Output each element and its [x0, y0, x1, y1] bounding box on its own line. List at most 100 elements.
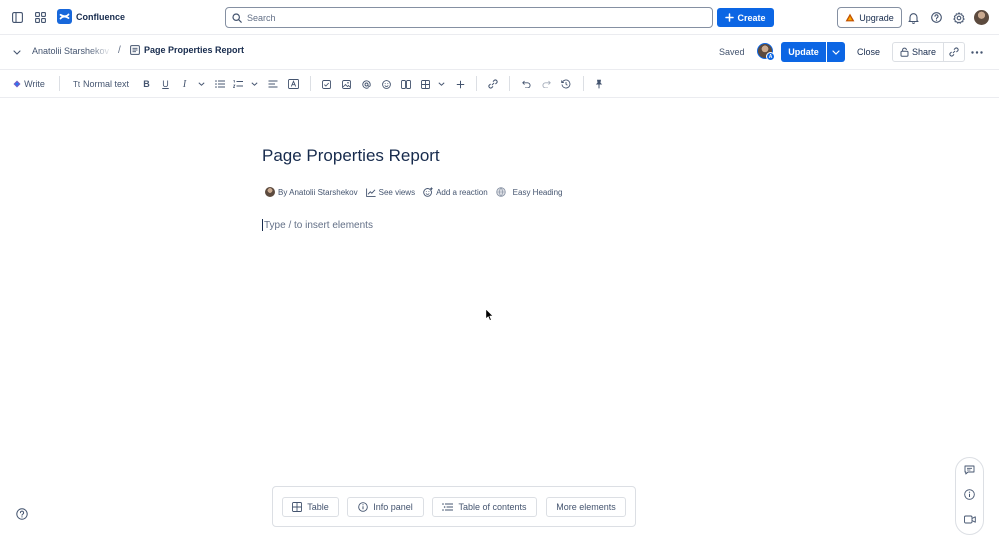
- settings-gear-icon[interactable]: [951, 10, 966, 25]
- insert-more-button[interactable]: [454, 77, 466, 91]
- page-icon: [130, 45, 140, 55]
- upgrade-button-label: Upgrade: [859, 12, 894, 23]
- insert-table-of-contents-button[interactable]: Table of contents: [432, 497, 537, 517]
- notifications-icon[interactable]: [906, 10, 921, 25]
- mouse-pointer-icon: [485, 308, 494, 321]
- toolbar-divider: [310, 76, 311, 91]
- insert-table-button[interactable]: Table: [282, 497, 339, 517]
- bullet-list-icon: [215, 80, 225, 88]
- breadcrumb-page[interactable]: Page Properties Report: [130, 45, 244, 55]
- search-box[interactable]: [225, 7, 713, 28]
- redo-button[interactable]: [540, 77, 552, 91]
- update-button-group: Update: [781, 42, 845, 62]
- breadcrumb-space[interactable]: Anatolii Starshekov: [32, 46, 112, 56]
- create-button-label: Create: [737, 12, 766, 23]
- add-reaction-button[interactable]: Add a reaction: [423, 187, 488, 197]
- bullet-list-button[interactable]: [214, 77, 226, 91]
- more-actions-icon[interactable]: [969, 45, 985, 59]
- pin-icon: [595, 79, 603, 89]
- image-button[interactable]: [340, 77, 352, 91]
- help-circle-icon[interactable]: [16, 508, 28, 520]
- action-item-button[interactable]: [320, 77, 332, 91]
- collaborator-avatar[interactable]: A: [757, 43, 775, 61]
- editor-body[interactable]: Type / to insert elements: [262, 219, 373, 231]
- layouts-button[interactable]: [400, 77, 412, 91]
- text-color-button[interactable]: [287, 77, 299, 91]
- emoji-button[interactable]: [380, 77, 392, 91]
- history-icon: [561, 79, 571, 89]
- page-byline: By Anatolii Starshekov See views Add a r…: [265, 186, 570, 198]
- table-button[interactable]: [419, 77, 431, 91]
- editor-placeholder: Type / to insert elements: [264, 219, 373, 231]
- info-icon: [358, 502, 368, 512]
- share-button-label: Share: [911, 47, 937, 57]
- copy-link-button[interactable]: [943, 42, 965, 62]
- alignment-button[interactable]: [267, 77, 279, 91]
- more-formatting-chevron[interactable]: [196, 77, 206, 91]
- link-icon: [949, 47, 959, 57]
- plus-icon: [456, 80, 464, 88]
- chevron-down-icon[interactable]: [11, 46, 23, 58]
- italic-icon: I: [182, 78, 187, 90]
- list-options-chevron[interactable]: [249, 77, 259, 91]
- create-button[interactable]: Create: [717, 8, 774, 27]
- toolbar-divider: [509, 76, 510, 91]
- more-elements-button[interactable]: More elements: [546, 497, 626, 517]
- byline-author-label: By Anatolii Starshekov: [278, 187, 358, 197]
- page-details-info-icon[interactable]: [963, 488, 976, 501]
- see-views-button[interactable]: See views: [365, 187, 416, 197]
- more-elements-label: More elements: [556, 502, 616, 512]
- breadcrumb-separator: /: [118, 45, 121, 56]
- video-recording-icon[interactable]: [963, 513, 976, 526]
- search-input[interactable]: [247, 12, 687, 23]
- undo-button[interactable]: [520, 77, 532, 91]
- underline-button[interactable]: U: [160, 77, 171, 91]
- upgrade-icon: [845, 13, 855, 22]
- mention-button[interactable]: [360, 77, 372, 91]
- add-reaction-label: Add a reaction: [436, 187, 488, 197]
- insert-info-panel-button[interactable]: Info panel: [347, 497, 424, 517]
- numbered-list-button[interactable]: [232, 77, 244, 91]
- sidebar-toggle-icon[interactable]: [10, 10, 25, 25]
- insert-link-button[interactable]: [487, 77, 499, 91]
- update-options-button[interactable]: [826, 42, 845, 62]
- easy-heading-app[interactable]: Easy Heading: [495, 187, 563, 197]
- globe-icon: [495, 187, 506, 197]
- upgrade-button[interactable]: Upgrade: [837, 7, 902, 28]
- pin-toolbar-button[interactable]: [593, 77, 605, 91]
- text-style-label: Normal text: [83, 79, 130, 89]
- user-avatar[interactable]: [974, 10, 989, 25]
- underline-icon: U: [162, 79, 169, 89]
- update-button[interactable]: Update: [781, 42, 826, 62]
- text-style-icon: Tt: [72, 79, 81, 89]
- easy-heading-label: Easy Heading: [512, 187, 563, 197]
- see-views-label: See views: [378, 187, 416, 197]
- text-style-dropdown[interactable]: Tt Normal text: [69, 77, 133, 91]
- version-history-button[interactable]: [560, 77, 572, 91]
- share-button[interactable]: Share: [892, 42, 944, 62]
- insert-table-label: Table: [307, 502, 329, 512]
- chevron-down-icon: [197, 82, 205, 86]
- redo-icon: [542, 80, 551, 88]
- italic-button[interactable]: I: [179, 77, 190, 91]
- toolbar-divider: [476, 76, 477, 91]
- insert-info-panel-label: Info panel: [373, 502, 413, 512]
- byline-author[interactable]: By Anatolii Starshekov: [265, 187, 358, 197]
- ai-write-icon: [13, 80, 21, 88]
- update-button-label: Update: [788, 47, 819, 57]
- checkbox-icon: [321, 79, 331, 89]
- confluence-logo[interactable]: Confluence: [57, 9, 125, 24]
- page-title[interactable]: Page Properties Report: [262, 146, 440, 166]
- collaborator-avatar-badge: A: [766, 52, 775, 61]
- comments-icon[interactable]: [963, 463, 976, 476]
- confluence-logo-icon: [57, 9, 72, 24]
- image-icon: [341, 79, 351, 89]
- add-reaction-icon: [423, 187, 433, 197]
- bold-button[interactable]: B: [141, 77, 152, 91]
- table-options-chevron[interactable]: [436, 77, 446, 91]
- app-switcher-icon[interactable]: [33, 10, 48, 25]
- close-button[interactable]: Close: [852, 43, 885, 61]
- write-mode-button[interactable]: Write: [10, 77, 48, 91]
- table-icon: [420, 79, 430, 89]
- help-icon[interactable]: [929, 10, 944, 25]
